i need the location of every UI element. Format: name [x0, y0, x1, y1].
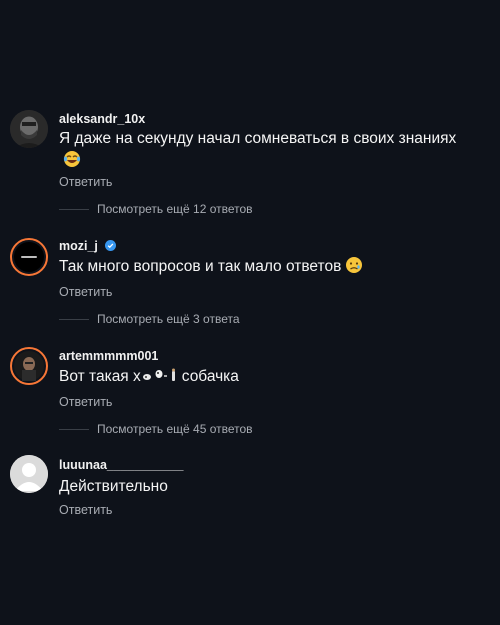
avatar-logo-icon [14, 242, 44, 272]
avatar[interactable] [10, 455, 48, 493]
laughing-tears-emoji [63, 150, 81, 175]
replies-divider [59, 428, 89, 430]
view-more-replies[interactable]: Посмотреть ещё 3 ответа [59, 312, 240, 326]
verified-badge-icon [105, 240, 117, 251]
comment-username[interactable]: aleksandr_10x [59, 112, 145, 126]
avatar[interactable] [10, 347, 48, 385]
replies-divider [59, 318, 89, 320]
reply-button[interactable]: Ответить [59, 395, 112, 409]
comment-text: Действительно [59, 476, 459, 498]
comment-body: Так много вопросов и так мало ответов [59, 258, 342, 275]
sad-face-emoji [345, 256, 363, 281]
reply-button[interactable]: Ответить [59, 503, 112, 517]
avatar-photo-icon [10, 110, 48, 148]
view-more-replies[interactable]: Посмотреть ещё 45 ответов [59, 422, 253, 436]
reply-button[interactable]: Ответить [59, 285, 112, 299]
more-replies-label[interactable]: Посмотреть ещё 45 ответов [97, 422, 253, 436]
replies-divider [59, 208, 89, 210]
username-link[interactable]: mozi_j [59, 239, 98, 253]
reply-button[interactable]: Ответить [59, 175, 112, 189]
comment-body-end: собачка [181, 368, 239, 385]
comment-username[interactable]: mozi_j [59, 239, 117, 253]
dog-sticker-emojis [142, 366, 178, 391]
default-avatar-icon [10, 455, 48, 493]
username-link[interactable]: aleksandr_10x [59, 112, 145, 126]
comment-body: Действительно [59, 478, 168, 495]
comment-body: Я даже на секунду начал сомневаться в св… [59, 130, 457, 147]
more-replies-label[interactable]: Посмотреть ещё 12 ответов [97, 202, 253, 216]
comment-body: Вот такая х [59, 368, 141, 385]
username-link[interactable]: luuunaa___________ [59, 458, 183, 472]
comment-username[interactable]: artemmmmm001 [59, 349, 158, 363]
avatar-photo-icon [14, 351, 44, 381]
view-more-replies[interactable]: Посмотреть ещё 12 ответов [59, 202, 253, 216]
username-link[interactable]: artemmmmm001 [59, 349, 158, 363]
comment-text: Я даже на секунду начал сомневаться в св… [59, 128, 459, 175]
avatar[interactable] [10, 238, 48, 276]
comment-username[interactable]: luuunaa___________ [59, 458, 183, 472]
comment-text: Так много вопросов и так мало ответов [59, 256, 459, 281]
avatar[interactable] [10, 110, 48, 148]
more-replies-label[interactable]: Посмотреть ещё 3 ответа [97, 312, 240, 326]
comment-text: Вот такая х собачка [59, 366, 459, 391]
